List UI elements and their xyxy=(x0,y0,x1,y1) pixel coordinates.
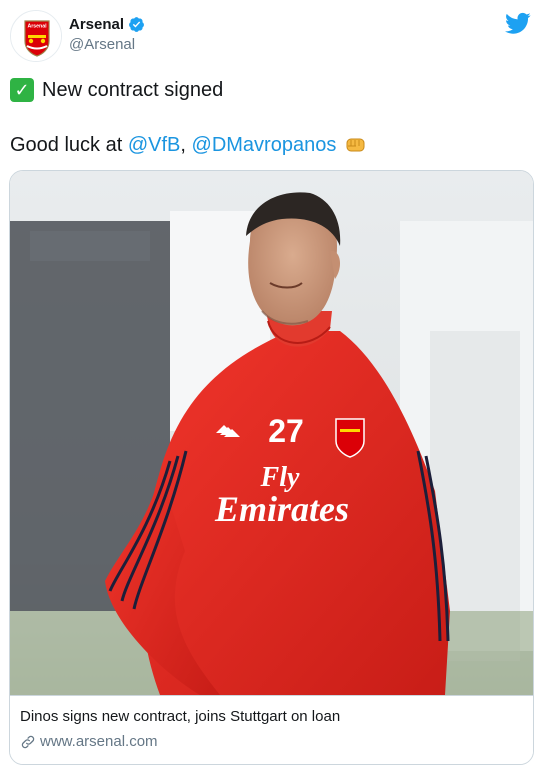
tweet-text: ✓ New contract signed Good luck at @VfB … xyxy=(10,76,533,159)
mention-dmavropanos[interactable]: @DMavropanos xyxy=(192,131,337,159)
player-photo: 27 Fly Emirates xyxy=(10,171,533,695)
card-footer[interactable]: Dinos signs new contract, joins Stuttgar… xyxy=(10,695,533,764)
display-name[interactable]: Arsenal xyxy=(69,16,124,33)
mention-separator: , xyxy=(180,134,192,156)
avatar[interactable]: Arsenal xyxy=(10,10,62,62)
twitter-bird-icon[interactable] xyxy=(505,10,531,36)
mention-vfb[interactable]: @VfB xyxy=(128,131,181,159)
card-link-row[interactable]: www.arsenal.com xyxy=(20,733,525,750)
author-names: Arsenal @Arsenal xyxy=(69,16,145,53)
shirt-number: 27 xyxy=(268,413,304,449)
card-title[interactable]: Dinos signs new contract, joins Stuttgar… xyxy=(20,707,525,727)
tweet-line-2: Good luck at @VfB , @DMavropanos xyxy=(10,131,533,159)
link-card[interactable]: 27 Fly Emirates Dinos signs new contract… xyxy=(9,170,534,765)
tweet-header: Arsenal Arsenal @Arsenal xyxy=(10,10,533,66)
card-domain[interactable]: www.arsenal.com xyxy=(40,733,158,750)
crest-text: Arsenal xyxy=(27,24,47,30)
link-icon xyxy=(21,735,35,748)
arsenal-crest-icon: Arsenal xyxy=(11,11,61,61)
tweet-line-1: ✓ New contract signed xyxy=(10,76,533,104)
oncoming-fist-icon xyxy=(346,138,365,152)
check-mark-icon: ✓ xyxy=(10,78,34,102)
tweet-line-1-text: New contract signed xyxy=(42,79,224,101)
tweet-line-2-prefix: Good luck at xyxy=(10,134,128,156)
verified-badge-icon xyxy=(129,17,144,32)
sponsor-line-2: Emirates xyxy=(214,489,349,529)
author-handle[interactable]: @Arsenal xyxy=(69,36,145,53)
